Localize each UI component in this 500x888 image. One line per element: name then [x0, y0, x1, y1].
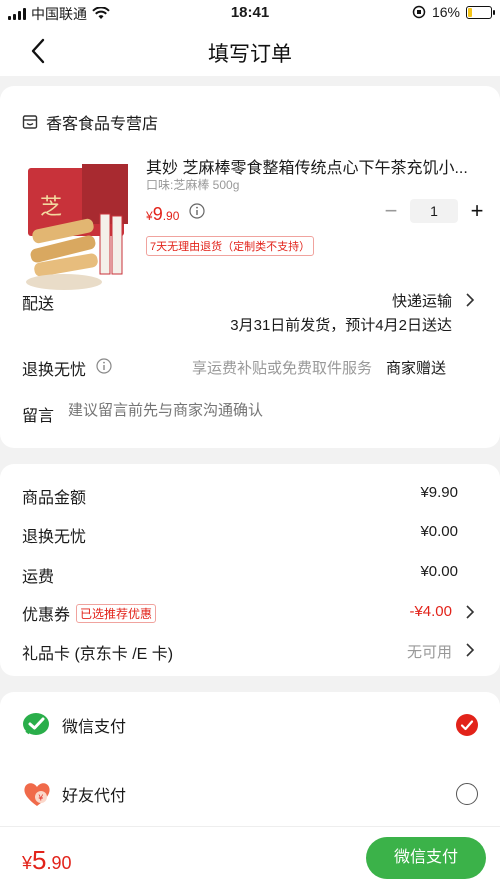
chevron-right-icon[interactable] [464, 604, 476, 620]
shipping-label: 运费 [22, 569, 55, 586]
page-title: 填写订单 [208, 43, 292, 66]
returns-value: 商家赠送 [385, 360, 446, 377]
friend-pay-radio[interactable] [456, 783, 478, 805]
status-right: 16% [412, 4, 495, 20]
bottom-bar: ¥5.90 微信支付 [0, 826, 500, 888]
price-decimal: .90 [162, 209, 180, 223]
return-policy-tag: 7天无理由退货（定制类不支持） [146, 236, 315, 256]
price-symbol: ¥ [146, 209, 153, 223]
coupon-label: 优惠券 [22, 607, 71, 624]
friend-pay-option[interactable]: ¥ 好友代付 [22, 774, 478, 814]
quantity-value[interactable]: 1 [410, 199, 458, 223]
price-summary-card: 商品金额 ¥9.90 退换无忧 ¥0.00 运费 ¥0.00 优惠券 已选推荐优惠… [0, 464, 500, 676]
total-symbol: ¥ [22, 853, 33, 873]
shipping-value: ¥0.00 [420, 563, 458, 580]
wechat-pay-label: 微信支付 [62, 719, 127, 736]
product-image[interactable]: 芝 [22, 154, 134, 350]
nav-bar: 填写订单 [0, 26, 500, 76]
coupon-badge: 已选推荐优惠 [76, 604, 157, 623]
status-bar: 中国联通 18:41 16% [0, 0, 500, 26]
delivery-schedule: 3月31日前发货，预计4月2日送达 [230, 317, 452, 334]
returns-fee-value: ¥0.00 [420, 523, 458, 540]
order-item-card: 香客食品专营店 芝 其妙 芝麻棒零食整箱传统点心下午茶充饥小... 口味:芝麻棒… [0, 86, 500, 448]
goods-amount-label: 商品金额 [22, 490, 87, 507]
wechat-pay-radio[interactable] [456, 714, 478, 736]
price-integer: 9 [152, 204, 163, 224]
svg-text:¥: ¥ [38, 794, 43, 803]
chevron-right-icon[interactable] [464, 292, 476, 308]
coupon-row[interactable]: 优惠券 已选推荐优惠 [22, 601, 157, 625]
returns-label: 退换无忧 [22, 362, 87, 379]
heart-icon: ¥ [24, 783, 50, 806]
price-info-icon[interactable] [189, 203, 205, 219]
wechat-icon [23, 713, 49, 735]
total-integer: 5 [32, 845, 47, 875]
friend-pay-label: 好友代付 [62, 788, 127, 805]
wechat-pay-option[interactable]: 微信支付 [22, 705, 478, 745]
store-icon [22, 115, 38, 129]
delivery-method[interactable]: 快递运输 [392, 290, 452, 311]
box-brand-text: 芝 [40, 195, 62, 220]
product-spec[interactable]: 口味:芝麻棒 500g [146, 176, 239, 193]
shop-name: 香客食品专营店 [46, 116, 159, 133]
product-price: ¥9.90 [146, 204, 179, 225]
product-title[interactable]: 其妙 芝麻棒零食整箱传统点心下午茶充饥小... [146, 154, 476, 178]
coupon-value[interactable]: -¥4.00 [409, 603, 452, 620]
chevron-right-icon[interactable] [464, 642, 476, 658]
message-input[interactable] [68, 398, 468, 422]
orientation-lock-icon [412, 5, 426, 19]
returns-desc: 享运费补贴或免费取件服务 [191, 360, 372, 377]
returns-fee-label: 退换无忧 [22, 529, 87, 546]
quantity-stepper: − 1 + [380, 198, 488, 223]
total-decimal: .90 [46, 853, 72, 873]
shop-header[interactable]: 香客食品专营店 [22, 110, 158, 134]
increase-button[interactable]: + [466, 198, 488, 223]
returns-info-icon[interactable] [96, 358, 112, 374]
submit-pay-button[interactable]: 微信支付 [366, 837, 486, 879]
giftcard-value[interactable]: 无可用 [407, 641, 452, 662]
battery-icon [466, 5, 495, 19]
goods-amount-value: ¥9.90 [420, 484, 458, 501]
giftcard-label: 礼品卡 (京东卡 /E 卡) [22, 646, 174, 663]
payment-method-card: 微信支付 ¥ 好友代付 [0, 692, 500, 840]
battery-percent: 16% [431, 4, 460, 20]
total-price: ¥5.90 [22, 845, 72, 876]
check-icon [460, 720, 474, 731]
delivery-label: 配送 [22, 296, 55, 313]
decrease-button[interactable]: − [380, 198, 402, 223]
message-label: 留言 [22, 408, 55, 425]
